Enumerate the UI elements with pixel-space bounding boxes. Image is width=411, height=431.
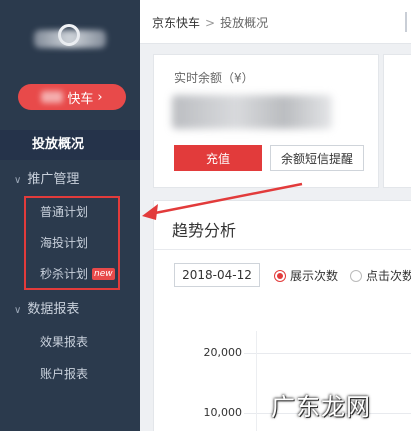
chart-vertical-line: [256, 331, 257, 431]
secondary-card: [383, 54, 411, 188]
chevron-down-icon: ∨: [14, 305, 22, 316]
shop-switch-button[interactable]: 快车 ›: [18, 84, 126, 110]
radio-clicks[interactable]: 点击次数: [350, 267, 411, 284]
recharge-button[interactable]: 充值: [174, 145, 262, 171]
radio-impressions[interactable]: 展示次数: [274, 267, 338, 284]
watermark-text: 广东龙网: [271, 392, 371, 421]
radio-clicks-label: 点击次数: [366, 269, 411, 283]
breadcrumb-separator: >: [205, 16, 216, 30]
radio-selected-icon: [274, 269, 286, 282]
blurred-balance-value: [172, 95, 332, 129]
nav-group-promo-label: 推广管理: [27, 172, 80, 187]
nav-item-account-report[interactable]: 账户报表: [0, 362, 140, 386]
sidebar: 快车 › 投放概况 ∨ 推广管理 普通计划 海投计划 秒杀计划 new ∨ 数据报表 …: [0, 0, 140, 431]
trend-divider: [154, 249, 411, 250]
gridline: [244, 353, 411, 354]
corner-divider: [405, 12, 411, 32]
annotation-highlight-box: [24, 196, 120, 290]
trend-title: 趋势分析: [172, 221, 237, 240]
nav-group-promo[interactable]: ∨ 推广管理: [0, 168, 140, 192]
date-picker[interactable]: 2018-04-12: [174, 263, 260, 287]
nav-overview[interactable]: 投放概况: [0, 130, 140, 160]
nav-group-reports-label: 数据报表: [27, 302, 80, 317]
breadcrumb: 京东快车 > 投放概况: [152, 14, 268, 31]
breadcrumb-root[interactable]: 京东快车: [152, 16, 200, 30]
top-bar: 京东快车 > 投放概况: [140, 0, 411, 44]
y-tick-20000: 20,000: [203, 346, 243, 359]
sms-reminder-button[interactable]: 余额短信提醒: [270, 145, 364, 171]
blurred-shop-prefix: [41, 91, 64, 103]
breadcrumb-current: 投放概况: [220, 16, 269, 30]
radio-unselected-icon: [350, 269, 362, 282]
nav-group-reports[interactable]: ∨ 数据报表: [0, 298, 140, 322]
balance-label: 实时余额（¥）: [174, 71, 254, 85]
nav-item-effect-report[interactable]: 效果报表: [0, 330, 140, 354]
radio-impressions-label: 展示次数: [290, 269, 339, 283]
chevron-right-icon: ›: [97, 89, 103, 105]
watermark: 广东龙网: [271, 384, 407, 424]
shop-button-label: 快车: [67, 91, 94, 107]
chevron-down-icon: ∨: [14, 175, 22, 186]
balance-card: 实时余额（¥） 充值 余额短信提醒: [153, 54, 379, 188]
y-tick-10000: 10,000: [203, 406, 243, 419]
blurred-username: [34, 30, 106, 48]
